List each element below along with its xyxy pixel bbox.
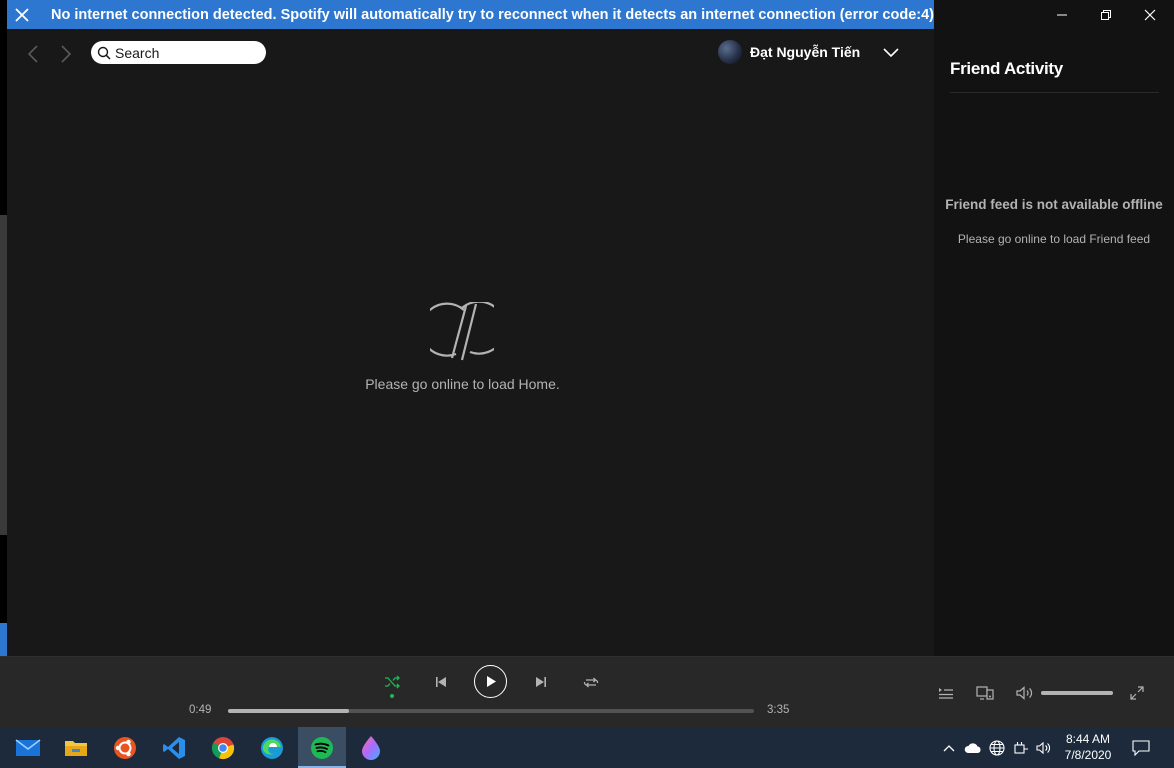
volume-icon bbox=[1016, 686, 1033, 700]
close-icon bbox=[15, 7, 29, 22]
forward-button[interactable] bbox=[55, 43, 77, 65]
window-controls bbox=[1040, 0, 1174, 29]
notifications-icon bbox=[1132, 739, 1150, 756]
minimize-button[interactable] bbox=[1040, 0, 1084, 29]
mute-button[interactable] bbox=[1014, 682, 1036, 704]
taskbar-file-explorer[interactable] bbox=[52, 727, 100, 768]
skip-back-icon bbox=[436, 677, 446, 687]
main-view: Search Đạt Nguyễn Tiến Please go online … bbox=[7, 29, 934, 656]
onedrive-tray[interactable] bbox=[962, 727, 984, 768]
offline-banner: No internet connection detected. Spotify… bbox=[7, 0, 934, 29]
clock-date: 7/8/2020 bbox=[1064, 748, 1112, 762]
fullscreen-button[interactable] bbox=[1126, 682, 1148, 704]
shuffle-active-indicator bbox=[390, 694, 394, 698]
user-menu[interactable]: Đạt Nguyễn Tiến bbox=[718, 39, 860, 65]
restore-icon bbox=[1101, 9, 1111, 20]
spotify-window: No internet connection detected. Spotify… bbox=[0, 0, 1174, 768]
close-banner-button[interactable] bbox=[7, 0, 37, 29]
taskbar-chrome[interactable] bbox=[199, 727, 247, 768]
shuffle-button[interactable] bbox=[381, 667, 403, 697]
restore-button[interactable] bbox=[1084, 0, 1128, 29]
queue-button[interactable] bbox=[935, 682, 957, 704]
friend-offline-subtext: Please go online to load Friend feed bbox=[957, 232, 1151, 246]
close-window-button[interactable] bbox=[1128, 0, 1172, 29]
chevron-down-icon bbox=[883, 48, 899, 58]
close-icon bbox=[1144, 9, 1156, 20]
chevron-up-icon bbox=[943, 744, 955, 751]
speaker-icon bbox=[1036, 741, 1050, 754]
back-button[interactable] bbox=[22, 43, 44, 65]
next-button[interactable] bbox=[530, 667, 552, 697]
power-tray[interactable] bbox=[1010, 727, 1032, 768]
volume-tray[interactable] bbox=[1033, 727, 1055, 768]
elapsed-time: 0:49 bbox=[189, 704, 212, 716]
search-icon bbox=[97, 46, 111, 60]
network-tray[interactable] bbox=[986, 727, 1008, 768]
search-input[interactable]: Search bbox=[91, 41, 266, 64]
taskbar-paint[interactable] bbox=[347, 727, 395, 768]
user-name: Đạt Nguyễn Tiến bbox=[750, 44, 861, 60]
shuffle-icon bbox=[385, 675, 400, 689]
taskbar-clock[interactable]: 8:44 AM 7/8/2020 bbox=[1060, 731, 1116, 763]
offline-icon bbox=[419, 300, 507, 367]
avatar bbox=[718, 40, 742, 64]
windows-taskbar: 8:44 AM 7/8/2020 bbox=[0, 727, 1174, 768]
track-duration: 3:35 bbox=[767, 704, 790, 716]
taskbar-edge[interactable] bbox=[248, 727, 296, 768]
connect-device-button[interactable] bbox=[974, 682, 996, 704]
repeat-button[interactable] bbox=[580, 667, 602, 697]
friend-activity-title: Friend Activity bbox=[950, 59, 1063, 78]
taskbar-vscode[interactable] bbox=[150, 727, 198, 768]
chevron-left-icon bbox=[27, 45, 38, 63]
friend-offline-heading: Friend feed is not available offline bbox=[945, 197, 1163, 212]
plug-icon bbox=[1014, 741, 1028, 754]
play-icon bbox=[486, 676, 496, 687]
sidebar-scrollbar[interactable] bbox=[0, 215, 7, 535]
devices-icon bbox=[976, 686, 994, 700]
vscode-icon bbox=[163, 736, 185, 759]
chrome-icon bbox=[211, 736, 235, 759]
sidebar-active-marker bbox=[0, 623, 7, 656]
search-placeholder: Search bbox=[115, 44, 160, 61]
volume-slider-fill bbox=[1041, 691, 1113, 695]
cloud-icon bbox=[964, 742, 981, 753]
repeat-icon bbox=[583, 677, 599, 687]
friend-activity-panel: Friend Activity Friend feed is not avail… bbox=[934, 29, 1174, 656]
spotify-icon bbox=[311, 736, 333, 759]
expand-icon bbox=[1130, 686, 1144, 700]
taskbar-spotify[interactable] bbox=[298, 727, 346, 768]
file-explorer-icon bbox=[65, 740, 87, 756]
action-center-button[interactable] bbox=[1128, 727, 1154, 768]
mail-icon bbox=[15, 738, 41, 756]
friend-activity-divider bbox=[950, 92, 1159, 93]
user-menu-toggle[interactable] bbox=[881, 43, 901, 63]
queue-icon bbox=[939, 688, 953, 699]
play-button[interactable] bbox=[474, 665, 507, 698]
show-hidden-icons-button[interactable] bbox=[940, 727, 958, 768]
playback-progress-fill bbox=[228, 709, 349, 713]
chevron-right-icon bbox=[61, 45, 72, 63]
globe-icon bbox=[989, 739, 1005, 756]
previous-button[interactable] bbox=[430, 667, 452, 697]
taskbar-mail[interactable] bbox=[4, 727, 52, 768]
banner-message: No internet connection detected. Spotify… bbox=[50, 6, 934, 23]
skip-forward-icon bbox=[536, 677, 546, 687]
playback-progress-bar[interactable] bbox=[228, 709, 754, 713]
offline-message: Please go online to load Home. bbox=[365, 376, 560, 392]
left-scroll-edge bbox=[0, 0, 7, 656]
clock-time: 8:44 AM bbox=[1065, 732, 1111, 746]
volume-slider[interactable] bbox=[1041, 691, 1113, 695]
player-bar: 0:49 3:35 bbox=[0, 656, 1174, 727]
paint-icon bbox=[362, 735, 380, 760]
minimize-icon bbox=[1057, 14, 1067, 15]
taskbar-ubuntu[interactable] bbox=[101, 727, 149, 768]
edge-icon bbox=[261, 736, 283, 759]
ubuntu-icon bbox=[114, 736, 136, 759]
